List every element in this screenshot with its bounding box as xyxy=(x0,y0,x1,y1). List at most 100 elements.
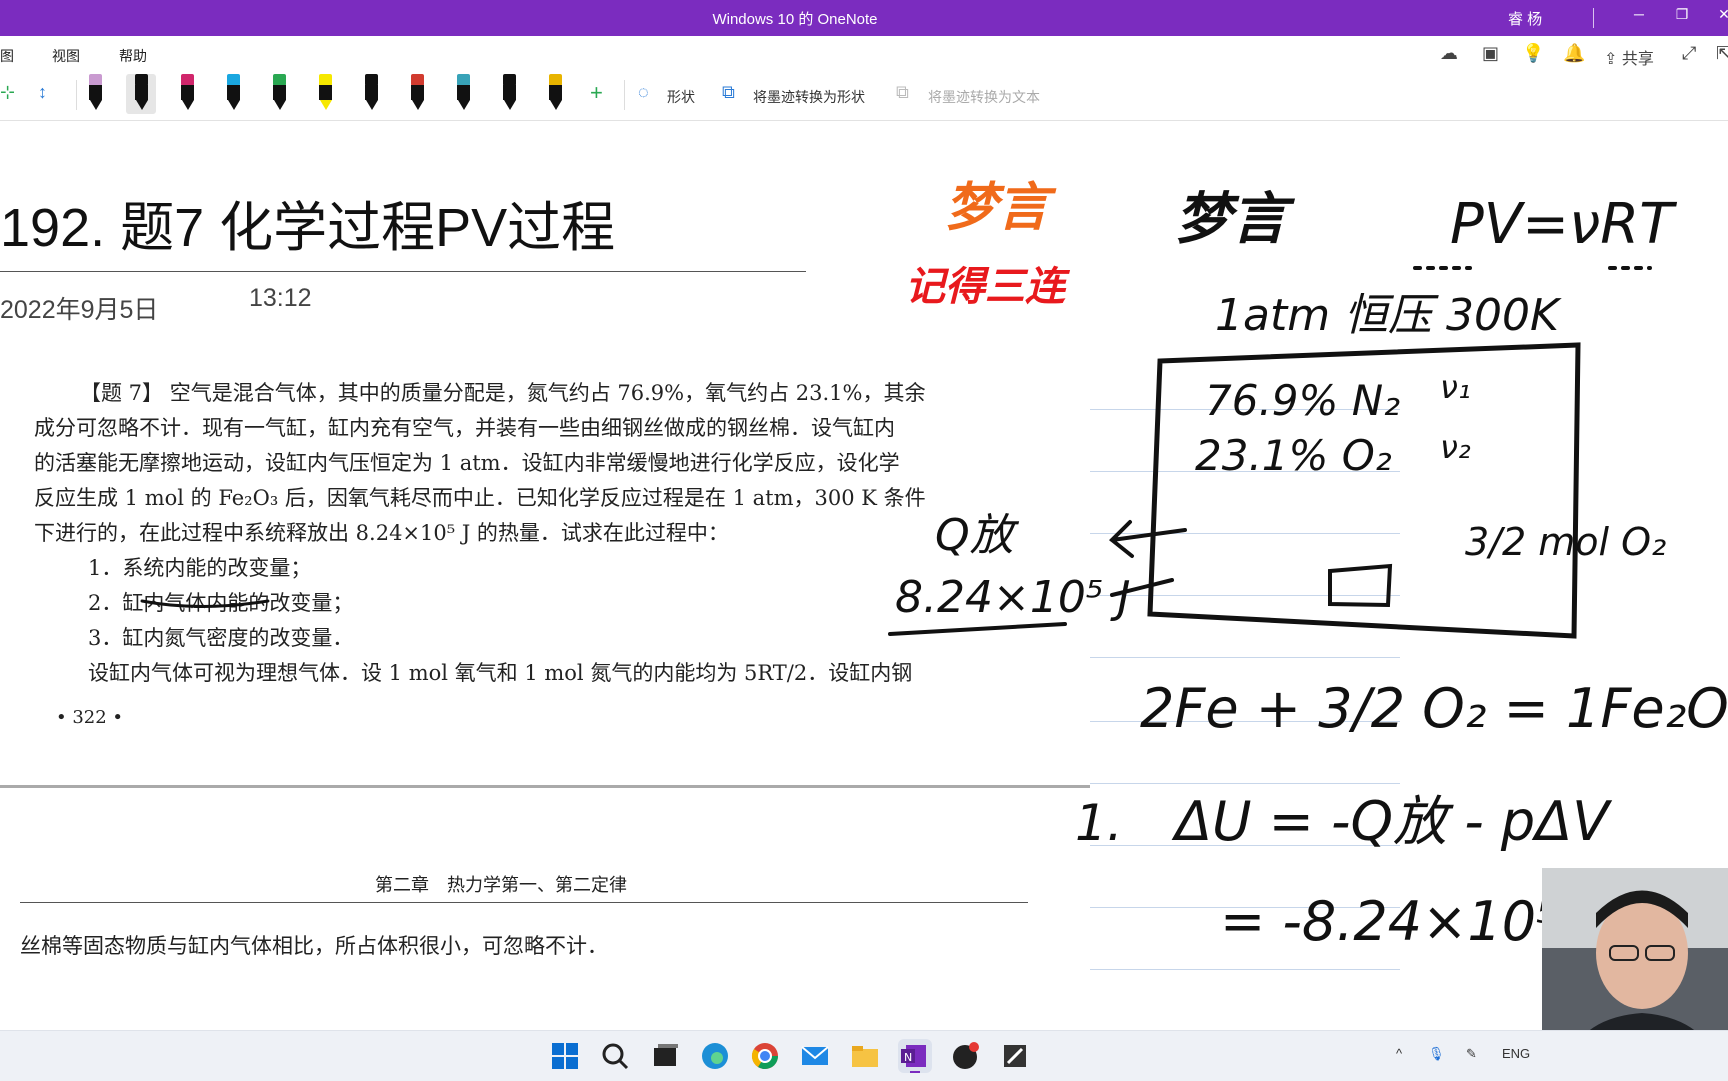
shapes-button[interactable]: 形状 xyxy=(667,87,695,107)
ribbon-tabs: 图 视图 帮助 xyxy=(0,36,1728,72)
pen-body xyxy=(135,85,148,100)
pen-body xyxy=(503,85,516,100)
toolbar-separator xyxy=(624,80,625,110)
task-view-icon[interactable] xyxy=(648,1039,682,1073)
snipping-icon[interactable] xyxy=(998,1039,1032,1073)
ink-conditions: 1atm 恒压 300K xyxy=(1215,290,1562,341)
fullscreen-icon[interactable]: ⤢ xyxy=(1682,43,1696,64)
toolbar-separator xyxy=(76,80,77,110)
insert-space-icon[interactable]: ↕ xyxy=(38,82,47,103)
bell-icon[interactable]: 🔔 xyxy=(1563,43,1585,64)
ink-brand-orange: 梦言 xyxy=(945,178,1057,238)
start-icon[interactable] xyxy=(548,1039,582,1073)
pen-tip xyxy=(320,100,332,110)
window-title: Windows 10 的 OneNote xyxy=(712,11,878,28)
notebooks-icon[interactable]: ▣ xyxy=(1482,43,1499,64)
draw-toolbar: ⊹ ↕ + ◌ 形状 ⧉ 将墨迹转换为形状 ⧉ 将墨迹转换为文本 xyxy=(0,70,1728,121)
highlighter-yellow[interactable] xyxy=(310,74,340,114)
tab-draw[interactable]: 图 xyxy=(0,46,14,72)
pen-tip xyxy=(90,100,102,110)
pen-body xyxy=(365,85,378,100)
svg-text:N: N xyxy=(904,1051,912,1064)
pen-tip xyxy=(366,100,378,110)
pen-green[interactable] xyxy=(264,74,294,114)
pen-body xyxy=(457,85,470,100)
restore-button[interactable]: ❐ xyxy=(1670,6,1694,23)
ink-q-release: Q放 xyxy=(935,510,1020,561)
mail-icon[interactable] xyxy=(798,1039,832,1073)
ink-to-shape-icon[interactable]: ⧉ xyxy=(722,82,735,103)
tab-help[interactable]: 帮助 xyxy=(119,46,147,66)
minimize-button[interactable]: ─ xyxy=(1627,6,1651,22)
file-explorer-icon[interactable] xyxy=(848,1039,882,1073)
expand-icon[interactable]: ⇱ xyxy=(1716,43,1728,64)
chrome-icon[interactable] xyxy=(748,1039,782,1073)
pen-violet[interactable] xyxy=(80,74,110,114)
pen-tip xyxy=(412,100,424,110)
ink-to-text-button: 将墨迹转换为文本 xyxy=(928,89,1040,105)
ink-to-text-icon: ⧉ xyxy=(896,82,909,102)
pen-gold[interactable] xyxy=(540,74,570,114)
pen-tip xyxy=(504,100,516,110)
ink-layer: 梦言 记得三连 梦言 PV=νRT 1atm 恒压 300K 76.9% N₂ … xyxy=(140,178,1728,953)
ink-nu2: ν₂ xyxy=(1440,428,1471,466)
pen-cyan[interactable] xyxy=(218,74,248,114)
ink-step-number: 1. xyxy=(1075,794,1123,852)
ink-n2: 76.9% N₂ xyxy=(1205,376,1400,425)
pen-black[interactable] xyxy=(126,74,156,114)
tab-view[interactable]: 视图 xyxy=(52,46,80,66)
ink-gas-law: PV=νRT xyxy=(1450,192,1677,257)
pen-body xyxy=(319,85,332,100)
sync-icon[interactable]: ☁ xyxy=(1440,43,1458,64)
recorder-icon[interactable] xyxy=(948,1039,982,1073)
pen-teal[interactable] xyxy=(448,74,478,114)
ink-o2-moles: 3/2 mol O₂ xyxy=(1465,520,1666,564)
pen-body xyxy=(227,85,240,100)
ink-brand-black: 梦言 xyxy=(1175,187,1296,252)
lasso-select-icon[interactable]: ⊹ xyxy=(0,82,15,103)
ink-nu1: ν₁ xyxy=(1440,368,1471,406)
edge-icon[interactable] xyxy=(698,1039,732,1073)
ink-eq1: ΔU = -Q放 - pΔV xyxy=(1171,790,1613,853)
search-icon[interactable] xyxy=(598,1039,632,1073)
pen-black-2[interactable] xyxy=(494,74,524,114)
pen-tip xyxy=(274,100,286,110)
ink-to-shape-button[interactable]: 将墨迹转换为形状 xyxy=(753,87,865,107)
language-indicator[interactable]: ENG xyxy=(1502,1046,1530,1061)
shapes-icon[interactable]: ◌ xyxy=(638,82,649,103)
pen-tip xyxy=(458,100,470,110)
ink-q-value: 8.24×10⁵ J xyxy=(895,572,1130,623)
ink-text-underline xyxy=(140,599,270,608)
pen-tray-icon[interactable]: ✎ xyxy=(1466,1046,1477,1062)
add-pen-button[interactable]: + xyxy=(590,80,603,106)
onenote-taskbar-icon[interactable]: N xyxy=(898,1039,932,1073)
microphone-icon[interactable]: 🎙 xyxy=(1428,1046,1445,1062)
pen-tip xyxy=(182,100,194,110)
share-label: 共享 xyxy=(1621,51,1654,68)
ink-q-underline xyxy=(888,622,1067,636)
ink-piston-block xyxy=(1328,563,1393,608)
ink-reaction: 2Fe + 3/2 O₂ = 1Fe₂O₃ xyxy=(1140,677,1728,740)
pen-body xyxy=(181,85,194,100)
title-separator xyxy=(1593,8,1594,28)
pen-body xyxy=(89,85,102,100)
pen-magenta[interactable] xyxy=(172,74,202,114)
title-bar: Windows 10 的 OneNote 睿 杨 ─ ❐ ✕ xyxy=(0,0,1728,36)
close-button[interactable]: ✕ xyxy=(1712,6,1728,23)
pen-black-pattern[interactable] xyxy=(356,74,386,114)
tray-chevron[interactable]: ^ xyxy=(1396,1046,1402,1061)
ink-slogan-red: 记得三连 xyxy=(905,264,1071,310)
pen-tip xyxy=(136,100,148,110)
user-name[interactable]: 睿 杨 xyxy=(1508,8,1542,29)
pen-tip xyxy=(228,100,240,110)
taskbar: N ^ 🎙 ✎ ENG xyxy=(0,1030,1728,1081)
ink-eq2: = -8.24×10⁵ J xyxy=(1220,890,1591,953)
pen-body xyxy=(273,85,286,100)
pen-tip xyxy=(550,100,562,110)
lightbulb-icon[interactable]: 💡 xyxy=(1522,43,1544,64)
ink-o2: 23.1% O₂ xyxy=(1195,431,1392,480)
note-page[interactable]: 192. 题7 化学过程PV过程 2022年9月5日 13:12 【题 7】 空… xyxy=(0,121,1728,1021)
pen-rainbow[interactable] xyxy=(402,74,432,114)
pen-body xyxy=(411,85,424,100)
share-button[interactable]: ⇪ 共享 xyxy=(1604,45,1654,69)
